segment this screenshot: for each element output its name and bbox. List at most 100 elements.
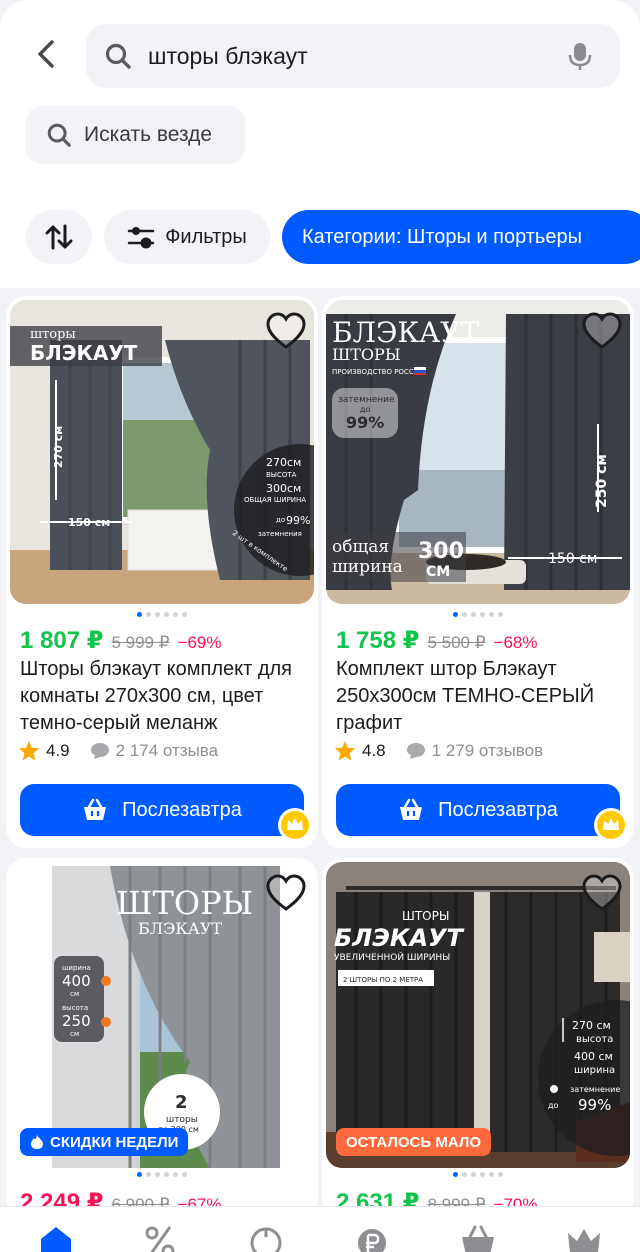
total-value: 300: [418, 539, 464, 564]
price: 1 758 ₽: [336, 627, 420, 654]
filters-button[interactable]: Фильтры: [104, 210, 270, 264]
brand-sub: УВЕЛИЧЕННОЙ ШИРИНЫ: [334, 951, 450, 963]
comment-bubble-icon: [406, 743, 425, 759]
category-chip[interactable]: Категории: Шторы и портьеры: [282, 210, 640, 264]
badge-pct: 99%: [286, 514, 310, 527]
w-label: ширина: [574, 1065, 615, 1076]
made-in: ПРОИЗВОДСТВО РОССИЯ: [332, 368, 424, 376]
discount: −68%: [493, 633, 538, 652]
count-label-1: шторы: [166, 1115, 198, 1125]
search-query-text: шторы блэкаут: [148, 42, 308, 69]
product-title[interactable]: Шторы блэкаут комплект для комнаты 270х3…: [20, 656, 310, 737]
home-icon[interactable]: [38, 1225, 74, 1252]
badge-height-lbl: ВЫСОТА: [266, 471, 297, 479]
w-value: 400 см: [574, 1050, 613, 1063]
brand-big: ШТОРЫ: [116, 884, 253, 922]
discount: −69%: [177, 633, 222, 652]
product-card[interactable]: шторы БЛЭКАУТ 270 см 150 см 270см ВЫСОТА…: [6, 296, 318, 848]
category-label: Категории: Шторы и портьеры: [302, 225, 582, 248]
promo-badge: ОСТАЛОСЬ МАЛО: [336, 1128, 492, 1156]
badge-pct-lbl: затемнения: [258, 530, 302, 538]
discount-percent-icon[interactable]: [142, 1225, 178, 1252]
price: 1 807 ₽: [20, 627, 104, 654]
h-value: 250: [62, 1012, 91, 1030]
price-row: 1 758 ₽ 5 500 ₽ −68%: [336, 626, 537, 655]
microphone-icon[interactable]: [568, 41, 592, 71]
product-title[interactable]: Комплект штор Блэкаут 250х300см ТЕМНО-СЕ…: [336, 656, 626, 737]
ruble-icon[interactable]: [354, 1225, 390, 1252]
dim-pre: до: [548, 1101, 559, 1110]
search-icon: [105, 43, 131, 69]
brand-big: БЛЭКАУТ: [30, 341, 138, 365]
add-to-cart-button[interactable]: Послезавтра: [336, 784, 620, 836]
h-unit: см: [70, 1030, 79, 1038]
product-card[interactable]: БЛЭКАУТ ШТОРЫ ПРОИЗВОДСТВО РОССИЯ затемн…: [322, 296, 634, 848]
h-label: высота: [62, 1004, 88, 1012]
brand-small: ШТОРЫ: [332, 345, 401, 364]
w-value: 400: [62, 972, 91, 990]
rating-row: 4.9 2 174 отзыва: [18, 740, 218, 762]
count-value: 2: [175, 1092, 188, 1113]
w-label: ширина: [62, 964, 91, 972]
star-icon: [18, 740, 40, 761]
search-everywhere-button[interactable]: Искать везде: [26, 106, 245, 164]
add-to-cart-button[interactable]: Послезавтра: [20, 784, 304, 836]
promo-badge-label: ОСТАЛОСЬ МАЛО: [346, 1133, 482, 1151]
rating-row: 4.8 1 279 отзывов: [334, 740, 543, 762]
brand-tag: 2 ШТОРЫ ПО 2 МЕТРА: [343, 976, 423, 984]
crown-icon: [281, 811, 309, 839]
sort-arrows-icon: [45, 224, 73, 250]
height-label: 250 см: [594, 454, 610, 508]
brand-small: ШТОРЫ: [402, 909, 449, 923]
image-pager-dots: [6, 612, 318, 617]
old-price: 5 500 ₽: [427, 633, 486, 652]
search-input[interactable]: шторы блэкаут: [86, 24, 620, 88]
basket-icon: [400, 798, 423, 820]
delivery-label: Послезавтра: [438, 798, 558, 821]
review-count[interactable]: 1 279 отзывов: [432, 741, 543, 761]
badge-height: 270см: [266, 456, 301, 469]
comment-bubble-icon: [90, 743, 109, 759]
product-card[interactable]: ШТОРЫ БЛЭКАУТ УВЕЛИЧЕННОЙ ШИРИНЫ 2 ШТОРЫ…: [322, 858, 634, 1218]
fire-icon: [31, 1135, 43, 1149]
badge-width: 300см: [266, 482, 301, 495]
dim-pct: 99%: [578, 1096, 611, 1114]
dim-label: затемнение: [338, 395, 395, 405]
dim-pct: 99%: [346, 413, 384, 432]
basket-icon: [84, 798, 107, 820]
favorite-heart-icon[interactable]: [266, 874, 306, 914]
price-row: 1 807 ₽ 5 999 ₽ −69%: [20, 626, 221, 655]
review-count[interactable]: 2 174 отзыва: [116, 741, 218, 761]
favorite-heart-icon[interactable]: [582, 312, 622, 352]
rating-value: 4.8: [362, 741, 386, 760]
favorite-heart-icon[interactable]: [266, 312, 306, 352]
filter-sliders-icon: [127, 227, 155, 249]
chevron-left-icon: [38, 40, 54, 68]
promo-badge-label: СКИДКИ НЕДЕЛИ: [50, 1133, 179, 1151]
total-unit: СМ: [426, 564, 450, 580]
image-pager-dots: [322, 1172, 634, 1177]
cart-icon[interactable]: [460, 1225, 496, 1252]
image-pager-dots: [6, 1172, 318, 1177]
top-bar: шторы блэкаут Искать везде Фильтры Катег…: [0, 0, 640, 288]
premium-crown-badge: [278, 808, 312, 842]
product-card[interactable]: ШТОРЫ БЛЭКАУТ ширина 400 см высота 250 с…: [6, 858, 318, 1218]
width-label: 150 см: [68, 516, 110, 529]
crown-profile-icon[interactable]: [566, 1225, 602, 1252]
dim-label: затемнение: [570, 1085, 620, 1094]
brand-big: БЛЭКАУТ: [334, 924, 465, 952]
rating-value: 4.9: [46, 741, 70, 760]
total-label-1: общая: [332, 537, 389, 557]
brand-small: БЛЭКАУТ: [138, 919, 222, 938]
delivery-label: Послезавтра: [122, 798, 242, 821]
height-label: 270 см: [52, 426, 65, 468]
fresh-icon[interactable]: [248, 1225, 284, 1252]
sort-button[interactable]: [26, 210, 92, 264]
favorite-heart-icon[interactable]: [582, 874, 622, 914]
bottom-navigation: [0, 1206, 640, 1252]
premium-crown-badge: [594, 808, 628, 842]
search-everywhere-label: Искать везде: [84, 123, 213, 146]
badge-width-lbl: ОБЩАЯ ШИРИНА: [244, 496, 306, 504]
image-pager-dots: [322, 612, 634, 617]
back-button[interactable]: [28, 36, 64, 72]
